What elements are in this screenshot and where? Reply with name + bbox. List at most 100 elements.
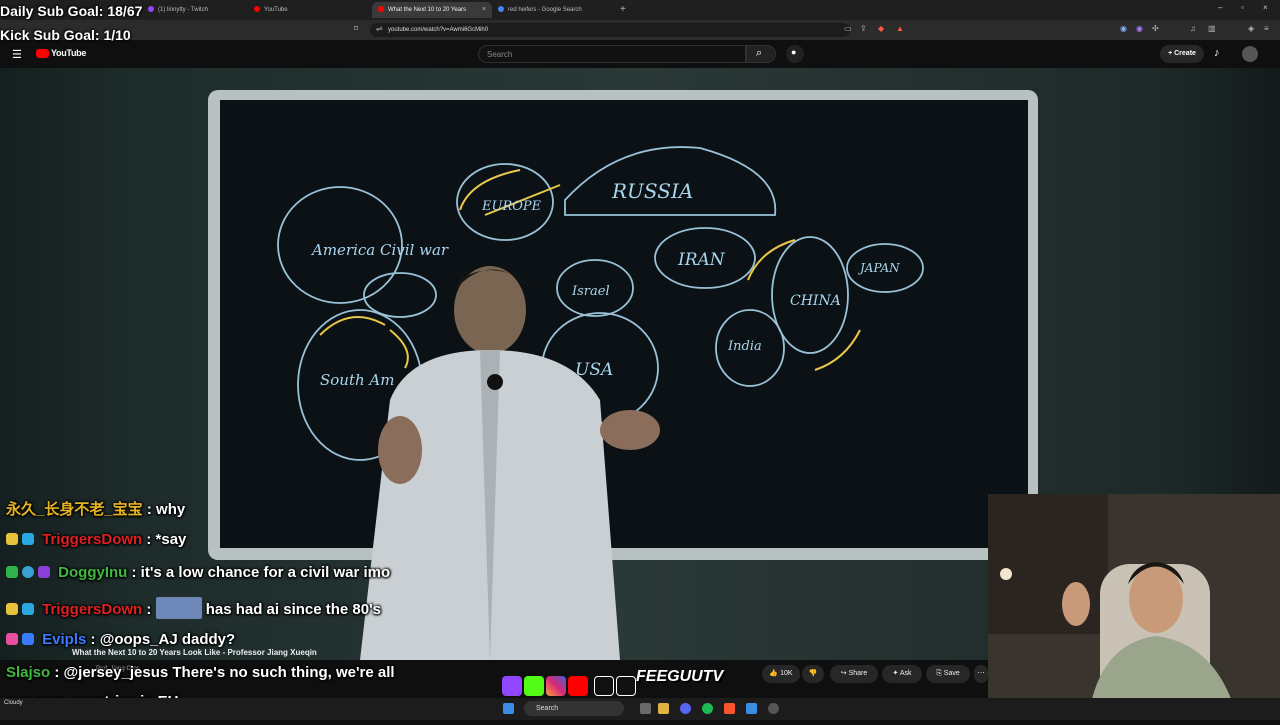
- more-options-icon[interactable]: ⋯: [974, 665, 988, 683]
- tab-google[interactable]: red heifers - Google Search: [498, 2, 608, 18]
- brave-icon[interactable]: [724, 703, 735, 714]
- google-tab-icon: [498, 6, 504, 13]
- screen-icon[interactable]: ▭: [844, 24, 852, 33]
- emote-image: [155, 597, 202, 619]
- tab-active-video[interactable]: What the Next 10 to 20 Years: [372, 2, 492, 18]
- hamburger-menu-icon[interactable]: ☰: [12, 48, 22, 61]
- spotify-icon[interactable]: [702, 703, 713, 714]
- new-tab-button[interactable]: +: [620, 2, 626, 18]
- webcam-feed: [988, 494, 1280, 720]
- youtube-tab-icon: [254, 6, 260, 13]
- chat-username: 永久_长身不老_宝宝: [6, 501, 143, 518]
- taskbar-search[interactable]: Search: [524, 701, 624, 716]
- streamer-brand: FEEGUUTV: [636, 668, 724, 685]
- sub-badge-icon: [6, 533, 18, 545]
- notifications-bell-icon[interactable]: ♪: [1214, 47, 1220, 59]
- maximize-icon[interactable]: ▫: [1241, 3, 1244, 12]
- task-view-icon[interactable]: [640, 703, 651, 714]
- search-input[interactable]: Search: [478, 45, 746, 63]
- prime-badge-icon: [22, 533, 34, 545]
- tab-twitch[interactable]: (1) linnytty - Twitch: [148, 2, 243, 18]
- menu-icon[interactable]: ≡: [1264, 24, 1269, 33]
- instagram-icon: [546, 676, 566, 696]
- chat-username: TriggersDown: [42, 601, 143, 618]
- chat-text: @jersey_jesus There's no such thing, we'…: [63, 664, 395, 681]
- share-page-icon[interactable]: ⇪: [860, 24, 867, 33]
- globe-badge-icon: [22, 566, 34, 578]
- window-close-icon[interactable]: ×: [1263, 3, 1268, 12]
- discord-icon[interactable]: [680, 703, 691, 714]
- sparkle-icon: ✦: [892, 670, 899, 677]
- weather-widget[interactable]: Cloudy: [4, 700, 23, 706]
- brave-rewards-icon[interactable]: ▲: [896, 24, 904, 33]
- windows-start-icon[interactable]: [503, 703, 514, 714]
- browser-tab-bar: (1) linnytty - Twitch YouTube What the N…: [0, 0, 1280, 20]
- board-label: EUROPE: [481, 199, 542, 214]
- x-icon: [616, 676, 636, 696]
- prime-badge-icon: [22, 603, 34, 615]
- chat-username: TriggersDown: [42, 531, 143, 548]
- board-label: India: [727, 339, 762, 354]
- twitch-tab-icon: [148, 6, 154, 13]
- chat-username: DoggyInu: [58, 564, 128, 581]
- chat-username: Evipls: [42, 631, 87, 648]
- chat-message: 永久_长身不老_宝宝 : why: [6, 501, 186, 518]
- extension-icon[interactable]: ◉: [1136, 24, 1143, 33]
- extension-icon[interactable]: ◉: [1120, 24, 1127, 33]
- streamer-webcam: [988, 494, 1280, 720]
- chat-message: Evipls : @oops_AJ daddy?: [6, 631, 235, 648]
- youtube-play-icon: [36, 49, 49, 58]
- share-icon: ↪: [840, 670, 847, 677]
- gift-badge-icon: [22, 633, 34, 645]
- daily-sub-goal: Daily Sub Goal: 18/67: [0, 3, 143, 19]
- thumbs-down-icon: 👎: [808, 670, 818, 677]
- tab-close-icon[interactable]: ×: [482, 5, 486, 21]
- sub-badge-icon: [38, 566, 50, 578]
- chat-text: has had ai since the 80's: [205, 601, 382, 618]
- obs-icon[interactable]: [768, 703, 779, 714]
- sub-badge-icon: [6, 603, 18, 615]
- kick-sub-goal: Kick Sub Goal: 1/10: [0, 27, 131, 43]
- ask-button[interactable]: ✦ Ask: [882, 665, 922, 683]
- search-icon: ⌕: [756, 47, 763, 59]
- save-button[interactable]: ⎘ Save: [926, 665, 970, 683]
- voice-search-button[interactable]: ●: [786, 45, 804, 63]
- file-explorer-icon[interactable]: [658, 703, 669, 714]
- board-label: RUSSIA: [611, 179, 693, 203]
- sidebar-icon[interactable]: ▥: [1208, 24, 1216, 33]
- thumbs-up-icon: 👍: [769, 670, 779, 677]
- like-button[interactable]: 👍 10K: [762, 665, 800, 683]
- tiktok-icon: [594, 676, 614, 696]
- extensions-puzzle-icon[interactable]: ✣: [1152, 24, 1159, 33]
- bookmark-icon: ⎘: [936, 670, 942, 677]
- search-button[interactable]: ⌕: [746, 45, 776, 63]
- chat-text: @oops_AJ daddy?: [99, 631, 236, 648]
- dislike-button[interactable]: 👎: [802, 665, 824, 683]
- board-label: CHINA: [790, 293, 841, 309]
- minimize-icon[interactable]: –: [1218, 3, 1222, 12]
- presenter: [360, 266, 660, 660]
- youtube-tab-icon: [378, 6, 384, 13]
- share-button[interactable]: ↪ Share: [830, 665, 878, 683]
- chat-message: Slajso : @jersey_jesus There's no such t…: [6, 664, 395, 681]
- site-info-icon[interactable]: ⇌: [376, 24, 383, 33]
- app-icon[interactable]: [746, 703, 757, 714]
- chat-message: TriggersDown : *say: [6, 531, 186, 548]
- tab-youtube[interactable]: YouTube: [254, 2, 349, 18]
- verified-badge-icon: [6, 566, 18, 578]
- sub-badge-icon: [6, 633, 18, 645]
- twitch-icon: [502, 676, 522, 696]
- chat-message: TriggersDown : has had ai since the 80's: [6, 597, 381, 619]
- brave-shield-icon[interactable]: ◆: [878, 24, 884, 33]
- url-field[interactable]: youtube.com/watch?v=Awmi6GcMih0: [370, 23, 850, 37]
- music-icon[interactable]: ♫: [1190, 24, 1196, 33]
- chat-message: DoggyInu : it's a low chance for a civil…: [6, 564, 390, 581]
- video-title[interactable]: What the Next 10 to 20 Years Look Like -…: [72, 648, 317, 657]
- bookmark-icon[interactable]: ⌑: [354, 24, 358, 33]
- wallet-icon[interactable]: ◈: [1248, 24, 1254, 33]
- avatar[interactable]: [1242, 46, 1258, 62]
- board-label: JAPAN: [857, 261, 900, 275]
- board-label: IRAN: [677, 250, 726, 270]
- chat-text: *say: [155, 531, 187, 548]
- create-button[interactable]: + Create: [1160, 45, 1204, 63]
